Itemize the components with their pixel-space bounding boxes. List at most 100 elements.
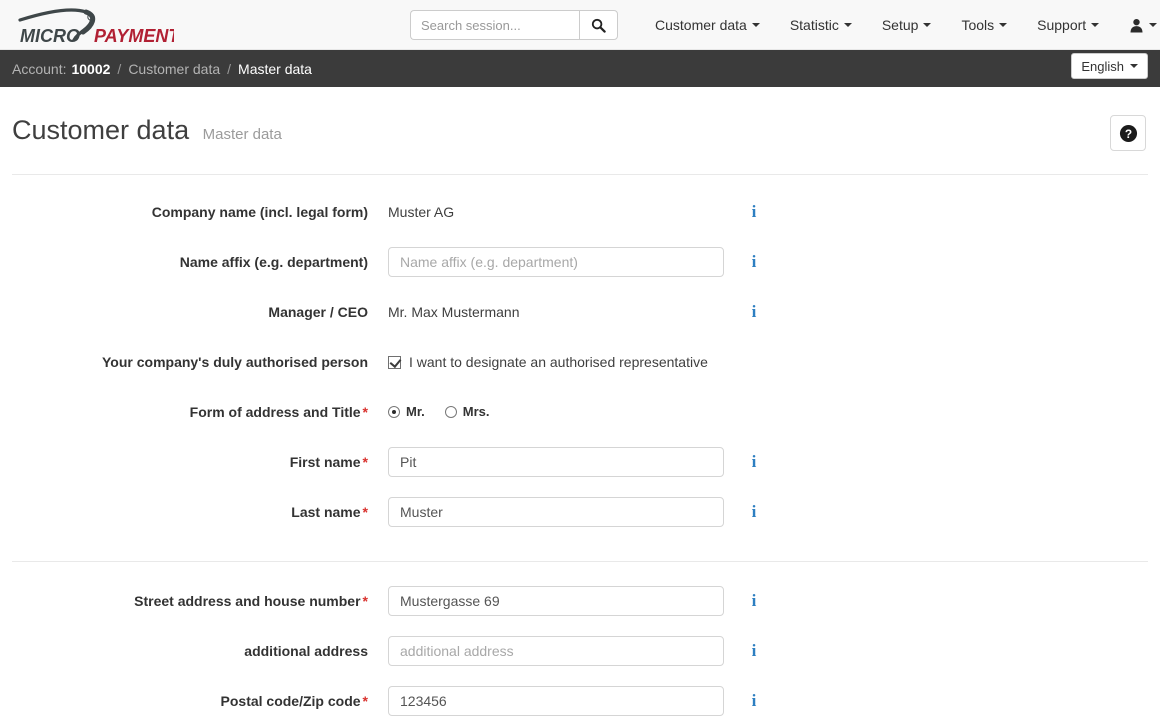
required-marker: * <box>362 454 368 470</box>
nav-item-setup[interactable]: Setup <box>867 0 947 50</box>
name-affix-input[interactable] <box>388 247 724 277</box>
breadcrumb-account-number: 10002 <box>71 60 111 77</box>
required-marker: * <box>362 693 368 709</box>
field-label-manager-ceo: Manager / CEO <box>268 304 368 320</box>
breadcrumb-bar: Account: 10002 / Customer data / Master … <box>0 50 1160 87</box>
chevron-down-icon <box>923 23 932 27</box>
breadcrumb-separator: / <box>227 60 232 77</box>
field-label-text: Street address and house number <box>134 593 361 609</box>
field-row-first-name: First name* i <box>0 447 1160 477</box>
field-row-authorised-person: Your company's duly authorised person I … <box>0 347 1160 377</box>
language-label: English <box>1081 58 1124 74</box>
breadcrumb-account-label: Account: <box>12 60 67 77</box>
user-icon <box>1130 18 1143 33</box>
field-row-last-name: Last name* i <box>0 497 1160 527</box>
field-label-text: Postal code/Zip code <box>220 693 361 709</box>
field-label-authorised-person: Your company's duly authorised person <box>101 354 368 370</box>
page-header: Customer data Master data ? <box>0 87 1160 152</box>
nav-item-support[interactable]: Support <box>1022 0 1114 50</box>
breadcrumb: Account: 10002 / Customer data / Master … <box>12 61 312 77</box>
nav-item-statistic[interactable]: Statistic <box>775 0 867 50</box>
svg-text:?: ? <box>1124 126 1131 140</box>
search-icon <box>591 18 606 33</box>
field-row-additional-address: additional address i <box>0 636 1160 666</box>
field-label-text: First name <box>289 454 361 470</box>
chevron-down-icon <box>751 23 760 27</box>
breadcrumb-separator: / <box>117 60 122 77</box>
field-label-postal-code: Postal code/Zip code * <box>0 686 388 716</box>
field-row-manager-ceo: Manager / CEO Mr. Max Mustermann i <box>0 297 1160 327</box>
last-name-input[interactable] <box>388 497 724 527</box>
info-icon-first-name[interactable]: i <box>752 453 757 471</box>
radio-label-mr: Mr. <box>406 404 425 419</box>
required-marker: * <box>362 404 368 420</box>
nav-label: Customer data <box>655 17 747 33</box>
page-title: Customer data Master data <box>12 113 282 152</box>
info-icon-company-name[interactable]: i <box>752 203 757 221</box>
logo-graphic: MICRO PAYMENT <box>18 7 174 46</box>
top-navigation-bar: MICRO PAYMENT Customer data Statistic Se… <box>0 0 1160 50</box>
authorised-representative-checkbox[interactable] <box>388 355 401 369</box>
radio-option-mr[interactable]: Mr. <box>388 397 425 427</box>
logo-text-micro: MICRO <box>20 26 80 46</box>
chevron-down-icon <box>999 23 1008 27</box>
page-title-main: Customer data <box>12 115 190 145</box>
authorised-representative-label: I want to designate an authorised repres… <box>409 354 708 370</box>
chevron-down-icon <box>1091 23 1100 27</box>
field-value-company-name: Muster AG <box>388 204 455 220</box>
field-row-form-of-address: Form of address and Title * Mr. Mrs. <box>0 397 1160 427</box>
help-button[interactable]: ? <box>1110 115 1146 151</box>
logo-micropayment[interactable]: MICRO PAYMENT <box>12 6 174 46</box>
chevron-down-icon <box>1149 23 1158 27</box>
info-icon-postal-code[interactable]: i <box>752 692 757 710</box>
street-address-input[interactable] <box>388 586 724 616</box>
field-row-name-affix: Name affix (e.g. department) i <box>0 247 1160 277</box>
field-label-company-name: Company name (incl. legal form) <box>151 204 368 220</box>
nav-label: Support <box>1037 17 1087 33</box>
page-subtitle: Master data <box>202 126 282 143</box>
breadcrumb-item-customer-data[interactable]: Customer data <box>128 61 220 77</box>
search-box <box>410 10 618 40</box>
field-row-company-name: Company name (incl. legal form) Muster A… <box>0 197 1160 227</box>
info-icon-additional-address[interactable]: i <box>752 642 757 660</box>
field-label-name-affix: Name affix (e.g. department) <box>179 254 368 270</box>
field-value-manager-ceo: Mr. Max Mustermann <box>388 304 520 320</box>
nav-label: Tools <box>961 17 995 33</box>
field-label-additional-address: additional address <box>244 643 368 659</box>
info-icon-last-name[interactable]: i <box>752 503 757 521</box>
postal-code-input[interactable] <box>388 686 724 716</box>
info-icon-street-address[interactable]: i <box>752 592 757 610</box>
nav-label: Setup <box>881 17 919 33</box>
form-of-address-radio-group: Mr. Mrs. <box>388 397 724 427</box>
chevron-down-icon <box>843 23 852 27</box>
field-label-last-name: Last name * <box>0 497 388 527</box>
field-label-text: Last name <box>291 504 361 520</box>
field-label-first-name: First name * <box>0 447 388 477</box>
authorised-representative-checkbox-row[interactable]: I want to designate an authorised repres… <box>388 347 708 377</box>
nav-label: Statistic <box>789 17 839 33</box>
radio-mr[interactable] <box>388 406 400 418</box>
nav-item-tools[interactable]: Tools <box>946 0 1022 50</box>
nav-item-user-menu[interactable] <box>1114 0 1160 50</box>
master-data-form: Company name (incl. legal form) Muster A… <box>0 175 1160 716</box>
radio-label-mrs: Mrs. <box>462 404 490 419</box>
field-label-street-address: Street address and house number * <box>0 586 388 616</box>
logo-text-payment: PAYMENT <box>94 26 174 46</box>
info-icon-name-affix[interactable]: i <box>752 253 757 271</box>
info-icon-manager-ceo[interactable]: i <box>752 303 757 321</box>
required-marker: * <box>362 593 368 609</box>
field-row-postal-code: Postal code/Zip code* i <box>0 686 1160 716</box>
first-name-input[interactable] <box>388 447 724 477</box>
search-input[interactable] <box>410 10 579 40</box>
language-selector[interactable]: English <box>1071 53 1148 79</box>
field-label-form-of-address: Form of address and Title * <box>0 397 388 427</box>
required-marker: * <box>362 504 368 520</box>
search-button[interactable] <box>579 10 618 40</box>
additional-address-input[interactable] <box>388 636 724 666</box>
field-row-street-address: Street address and house number* i <box>0 586 1160 616</box>
radio-option-mrs[interactable]: Mrs. <box>444 397 490 427</box>
radio-mrs[interactable] <box>444 406 457 418</box>
question-mark-icon: ? <box>1119 124 1137 142</box>
breadcrumb-item-master-data: Master data <box>238 60 312 77</box>
nav-item-customer-data[interactable]: Customer data <box>640 0 775 50</box>
